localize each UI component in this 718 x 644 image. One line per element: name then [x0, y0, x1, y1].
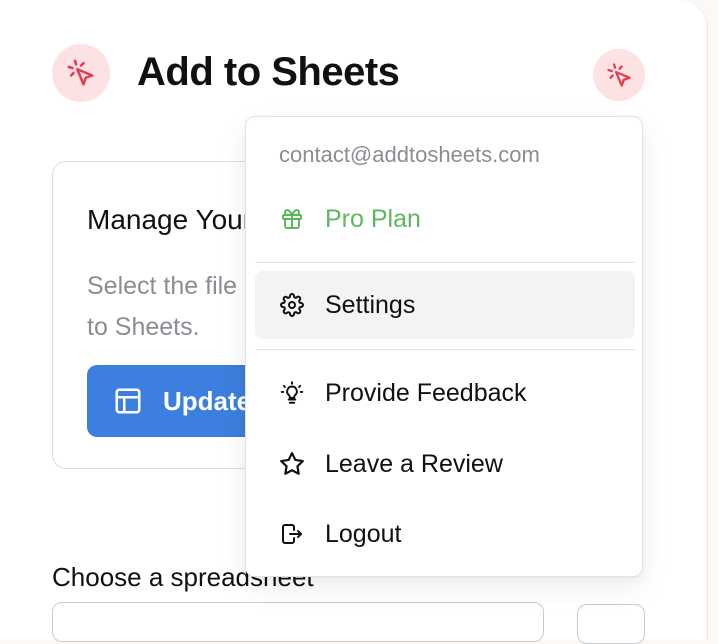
menu-item-label: Leave a Review	[325, 449, 503, 478]
app-logo	[52, 44, 110, 102]
menu-item-pro-plan[interactable]: Pro Plan	[255, 185, 635, 253]
menu-item-label: Pro Plan	[325, 204, 421, 233]
table-icon	[115, 388, 141, 414]
logout-icon	[279, 521, 305, 547]
menu-item-settings[interactable]: Settings	[255, 271, 635, 339]
cursor-click-icon	[606, 62, 631, 87]
account-email: contact@addtosheets.com	[279, 142, 540, 167]
menu-item-label: Provide Feedback	[325, 378, 527, 407]
gear-icon	[279, 292, 305, 318]
menu-item-label: Settings	[325, 290, 416, 319]
account-dropdown-menu: contact@addtosheets.com Pro Plan Setting…	[245, 116, 643, 577]
menu-item-review[interactable]: Leave a Review	[255, 430, 635, 498]
cursor-click-icon	[67, 59, 94, 86]
star-icon	[279, 451, 305, 477]
menu-item-feedback[interactable]: Provide Feedback	[255, 359, 635, 427]
page-title: Add to Sheets	[137, 50, 400, 94]
menu-item-label: Logout	[325, 519, 402, 548]
spreadsheet-action-button[interactable]	[577, 604, 645, 644]
account-menu-button[interactable]	[593, 49, 645, 101]
gift-icon	[279, 206, 305, 232]
menu-divider	[255, 262, 635, 263]
spreadsheet-select[interactable]	[52, 602, 544, 642]
menu-divider	[255, 349, 635, 350]
lightbulb-icon	[279, 380, 305, 406]
menu-item-logout[interactable]: Logout	[255, 500, 635, 568]
update-button-label: Update	[163, 385, 252, 416]
